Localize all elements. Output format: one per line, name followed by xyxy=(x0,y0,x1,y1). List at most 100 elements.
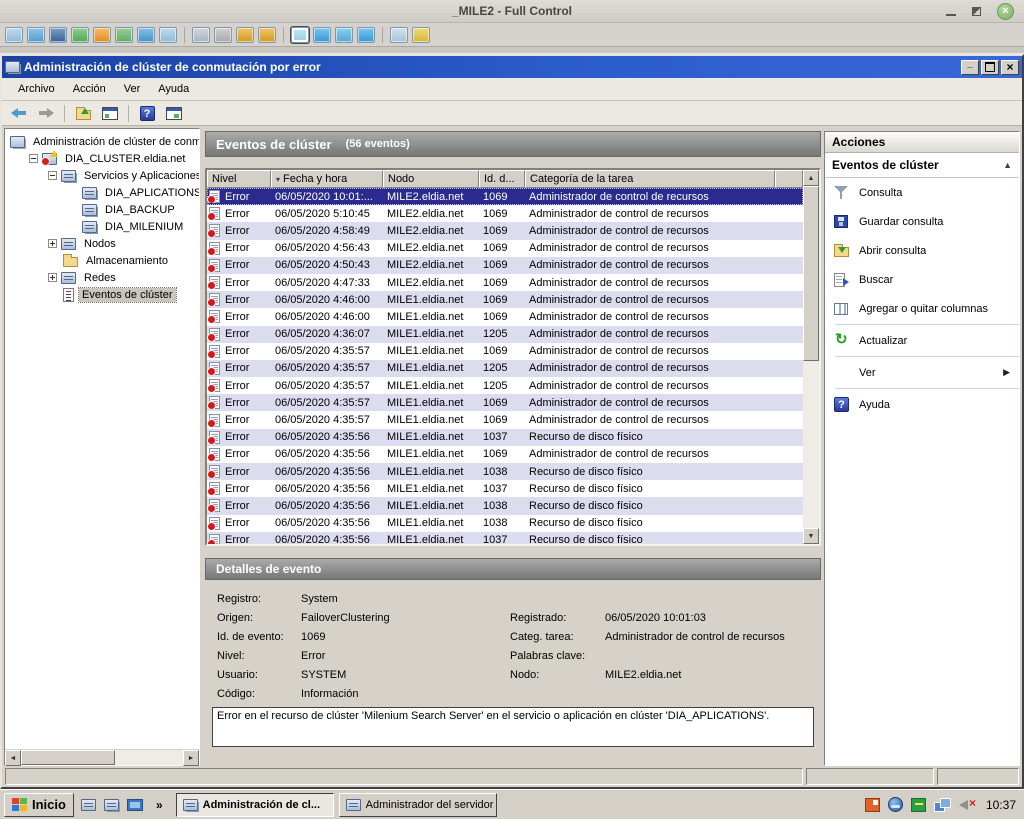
table-row[interactable]: Error06/05/2020 4:46:00MILE1.eldia.net10… xyxy=(207,291,803,308)
download-box-icon[interactable] xyxy=(236,27,254,43)
help-icon-button[interactable] xyxy=(136,103,158,123)
mmc-minimize-button[interactable] xyxy=(961,60,979,75)
mmc-close-button[interactable] xyxy=(1001,60,1019,75)
transfer-arrows-icon[interactable] xyxy=(71,27,89,43)
collapse-minus-icon[interactable] xyxy=(48,171,57,180)
action-ver[interactable]: Ver▶ xyxy=(825,358,1019,387)
chevron-expand-icon[interactable]: » xyxy=(156,798,163,812)
menu-ayuda[interactable]: Ayuda xyxy=(150,80,197,98)
window-scale-icon[interactable] xyxy=(313,27,331,43)
table-row[interactable]: Error06/05/2020 10:01:...MILE2.eldia.net… xyxy=(207,188,803,205)
windows-select-icon[interactable] xyxy=(390,27,408,43)
collapse-minus-icon[interactable] xyxy=(29,154,38,163)
table-row[interactable]: Error06/05/2020 4:56:43MILE2.eldia.net10… xyxy=(207,240,803,257)
console-tree-icon-button[interactable] xyxy=(99,103,121,123)
screen-solid-icon[interactable] xyxy=(335,27,353,43)
display-settings-icon[interactable] xyxy=(5,27,23,43)
tree-item-dia-backup[interactable]: DIA_BACKUP xyxy=(5,201,199,218)
quick-launch-server-icon[interactable] xyxy=(81,799,96,811)
tray-network-status-icon[interactable] xyxy=(934,798,951,812)
viewer-maximize-icon[interactable] xyxy=(972,7,981,16)
window-normal-icon[interactable] xyxy=(291,27,309,43)
action-buscar[interactable]: Buscar xyxy=(825,265,1019,294)
chat-icon[interactable] xyxy=(115,27,133,43)
screen-scale-icon[interactable] xyxy=(357,27,375,43)
column-header-fecha-y-hora[interactable]: ▾Fecha y hora xyxy=(271,170,383,188)
expand-plus-icon[interactable] xyxy=(48,239,57,248)
table-row[interactable]: Error06/05/2020 4:35:56MILE1.eldia.net10… xyxy=(207,429,803,446)
start-button[interactable]: Inicio xyxy=(4,793,74,817)
taskbar-button[interactable]: Administrador del servidor xyxy=(339,793,497,817)
tree-item-dia-cluster-eldia-net[interactable]: DIA_CLUSTER.eldia.net xyxy=(5,150,199,167)
column-header-categor-a-de-la-tarea[interactable]: Categoría de la tarea xyxy=(525,170,775,188)
scroll-right-icon[interactable]: ► xyxy=(183,750,199,766)
fullscreen-icon[interactable] xyxy=(27,27,45,43)
scroll-track[interactable] xyxy=(21,750,183,765)
back-icon-button[interactable] xyxy=(8,103,30,123)
table-row[interactable]: Error06/05/2020 4:47:33MILE2.eldia.net10… xyxy=(207,274,803,291)
collapse-icon[interactable]: ▲ xyxy=(1003,160,1012,170)
tree-item-administraci-n-de-cl-ster-de-conmu[interactable]: Administración de clúster de conmu xyxy=(5,133,199,150)
scroll-down-icon[interactable]: ▼ xyxy=(803,528,819,544)
forward-icon-button[interactable] xyxy=(35,103,57,123)
scroll-thumb[interactable] xyxy=(803,186,819,361)
hosts-icon[interactable] xyxy=(214,27,232,43)
tree-item-redes[interactable]: Redes xyxy=(5,269,199,286)
tray-network-monitor-icon[interactable] xyxy=(888,797,903,812)
table-row[interactable]: Error06/05/2020 4:35:56MILE1.eldia.net10… xyxy=(207,446,803,463)
expand-plus-icon[interactable] xyxy=(48,273,57,282)
tray-hp-agent-icon[interactable] xyxy=(911,798,926,812)
action-agregar-o-quitar-columnas[interactable]: Agregar o quitar columnas xyxy=(825,294,1019,323)
menu-archivo[interactable]: Archivo xyxy=(10,80,63,98)
table-row[interactable]: Error06/05/2020 4:46:00MILE1.eldia.net10… xyxy=(207,308,803,325)
scroll-left-icon[interactable]: ◄ xyxy=(5,750,21,766)
mmc-maximize-button[interactable] xyxy=(981,60,999,75)
action-consulta[interactable]: Consulta xyxy=(825,178,1019,207)
tree-item-dia-milenium[interactable]: DIA_MILENIUM xyxy=(5,218,199,235)
column-header-nodo[interactable]: Nodo xyxy=(383,170,479,188)
table-row[interactable]: Error06/05/2020 4:35:56MILE1.eldia.net10… xyxy=(207,480,803,497)
new-window-icon-button[interactable] xyxy=(163,103,185,123)
file-send-icon[interactable] xyxy=(192,27,210,43)
tree-horizontal-scrollbar[interactable]: ◄ ► xyxy=(5,749,199,765)
column-header-nivel[interactable]: Nivel xyxy=(207,170,271,188)
column-header-id-d-[interactable]: Id. d... xyxy=(479,170,525,188)
tree-item-servicios-y-aplicaciones[interactable]: Servicios y Aplicaciones xyxy=(5,167,199,184)
tools-icon[interactable] xyxy=(412,27,430,43)
table-row[interactable]: Error06/05/2020 4:58:49MILE2.eldia.net10… xyxy=(207,222,803,239)
taskbar-button[interactable]: Administración de cl... xyxy=(176,793,334,817)
action-actualizar[interactable]: Actualizar xyxy=(825,326,1019,355)
scroll-track[interactable] xyxy=(803,186,819,528)
table-row[interactable]: Error06/05/2020 4:35:56MILE1.eldia.net10… xyxy=(207,463,803,480)
table-row[interactable]: Error06/05/2020 4:36:07MILE1.eldia.net12… xyxy=(207,326,803,343)
tray-app-icon[interactable] xyxy=(865,798,880,812)
tree-item-eventos-de-cl-ster[interactable]: Eventos de clúster xyxy=(5,286,199,303)
tree-item-almacenamiento[interactable]: Almacenamiento xyxy=(5,252,199,269)
viewer-minimize-icon[interactable] xyxy=(946,6,956,16)
scroll-up-icon[interactable]: ▲ xyxy=(803,170,819,186)
quick-launch-show-desktop-icon[interactable] xyxy=(127,799,143,811)
export-icon-button[interactable] xyxy=(72,103,94,123)
action-guardar-consulta[interactable]: Guardar consulta xyxy=(825,207,1019,236)
table-row[interactable]: Error06/05/2020 4:50:43MILE2.eldia.net10… xyxy=(207,257,803,274)
table-row[interactable]: Error06/05/2020 4:35:57MILE1.eldia.net10… xyxy=(207,411,803,428)
mmc-titlebar[interactable]: Administración de clúster de conmutación… xyxy=(2,56,1022,78)
scroll-thumb[interactable] xyxy=(21,750,115,765)
table-row[interactable]: Error06/05/2020 4:35:56MILE1.eldia.net10… xyxy=(207,497,803,514)
menu-acción[interactable]: Acción xyxy=(65,80,114,98)
tree-item-dia-aplications[interactable]: DIA_APLICATIONS xyxy=(5,184,199,201)
table-row[interactable]: Error06/05/2020 4:35:57MILE1.eldia.net10… xyxy=(207,394,803,411)
table-row[interactable]: Error06/05/2020 4:35:56MILE1.eldia.net10… xyxy=(207,532,803,544)
table-row[interactable]: Error06/05/2020 4:35:56MILE1.eldia.net10… xyxy=(207,515,803,532)
table-row[interactable]: Error06/05/2020 5:10:45MILE2.eldia.net10… xyxy=(207,205,803,222)
table-row[interactable]: Error06/05/2020 4:35:57MILE1.eldia.net12… xyxy=(207,360,803,377)
message-icon[interactable] xyxy=(159,27,177,43)
terminal-icon[interactable] xyxy=(49,27,67,43)
action-ayuda[interactable]: Ayuda xyxy=(825,390,1019,419)
menu-ver[interactable]: Ver xyxy=(116,80,149,98)
actions-section-header[interactable]: Eventos de clúster ▲ xyxy=(825,153,1019,178)
tree-item-nodos[interactable]: Nodos xyxy=(5,235,199,252)
upload-box-icon[interactable] xyxy=(258,27,276,43)
tray-volume-muted-icon[interactable] xyxy=(959,798,976,812)
quick-launch-cluster-icon[interactable] xyxy=(104,799,119,811)
